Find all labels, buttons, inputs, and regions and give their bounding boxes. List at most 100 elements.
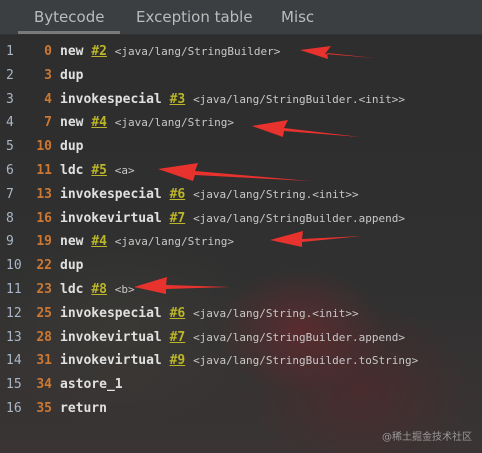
bytecode-row: 16 35 return	[0, 397, 482, 421]
constant-comment: <java/lang/StringBuilder>	[114, 45, 281, 58]
bytecode-row: 7 13 invokespecial #6 <java/lang/String.<i…	[0, 183, 482, 207]
bytecode-offset: 0	[44, 44, 52, 59]
bytecode-row: 14 31 invokevirtual #9 <java/lang/StringBu…	[0, 349, 482, 373]
bytecode-offset: 16	[36, 210, 52, 226]
bytecode-offset: 13	[36, 186, 52, 202]
opcode: invokespecial	[60, 305, 162, 321]
bytecode-row: 15 34 astore_1	[0, 373, 482, 397]
bytecode-row: 8 16 invokevirtual #7 <java/lang/StringBui…	[0, 207, 482, 231]
opcode: dup	[60, 258, 84, 274]
constant-comment: <java/lang/StringBuilder.append>	[193, 330, 405, 344]
bytecode-offset: 35	[36, 400, 52, 416]
instruction: new #2 <java/lang/StringBuilder>	[60, 40, 280, 64]
bytecode-row: 10 22 dup	[0, 254, 482, 278]
opcode: new	[60, 44, 84, 59]
line-number: 15	[6, 377, 22, 393]
instruction: dup	[60, 64, 83, 88]
constant-comment: <java/lang/StringBuilder.toString>	[193, 354, 419, 368]
instruction: new #4 <java/lang/String>	[60, 230, 234, 254]
constant-comment: <java/lang/String.<init>>	[193, 306, 359, 320]
opcode: new	[60, 234, 84, 250]
opcode: new	[60, 115, 84, 131]
constant-comment: <a>	[114, 163, 135, 177]
constant-comment: <java/lang/StringBuilder.<init>>	[193, 92, 405, 106]
bytecode-row: 2 3 dup	[0, 64, 482, 88]
line-number: 10	[6, 258, 22, 274]
opcode: invokespecial	[60, 91, 162, 107]
line-number: 5	[6, 139, 14, 155]
line-number: 13	[6, 329, 22, 345]
bytecode-offset: 22	[36, 258, 52, 274]
opcode: ldc	[60, 281, 84, 297]
constant-pool-ref-link[interactable]: #7	[170, 330, 186, 345]
constant-pool-ref-link[interactable]: #8	[91, 282, 107, 297]
opcode: dup	[60, 139, 84, 155]
bytecode-offset: 25	[36, 305, 52, 321]
line-number: 1	[6, 44, 14, 59]
opcode: dup	[60, 67, 84, 83]
line-number: 12	[6, 305, 22, 321]
bytecode-row: 6 11 ldc #5 <a>	[0, 159, 482, 183]
bytecode-offset: 28	[36, 329, 52, 345]
bytecode-offset: 34	[36, 377, 52, 393]
constant-pool-ref-link[interactable]: #7	[170, 211, 186, 226]
bytecode-offset: 31	[36, 353, 52, 369]
bytecode-offset: 11	[36, 162, 52, 178]
tab-bar: Bytecode Exception table Misc	[0, 0, 482, 35]
instruction: dup	[60, 254, 83, 278]
constant-pool-ref-link[interactable]: #4	[91, 234, 107, 249]
bytecode-offset: 7	[44, 115, 52, 131]
line-number: 4	[6, 115, 14, 131]
opcode: invokevirtual	[60, 353, 162, 369]
tab-misc[interactable]: Misc	[281, 8, 314, 26]
constant-pool-ref-link[interactable]: #5	[91, 163, 107, 178]
bytecode-offset: 4	[44, 91, 52, 107]
bytecode-row: 13 28 invokevirtual #7 <java/lang/StringBu…	[0, 326, 482, 350]
bytecode-row: 1 0 new #2 <java/lang/StringBuilder>	[0, 40, 482, 64]
instruction: new #4 <java/lang/String>	[60, 111, 234, 135]
constant-comment: <java/lang/String>	[114, 116, 235, 130]
constant-pool-ref-link[interactable]: #4	[91, 115, 107, 130]
bytecode-listing: 1 0 new #2 <java/lang/StringBuilder> 2 3 dup 3…	[0, 40, 482, 421]
constant-pool-ref-link[interactable]: #6	[170, 306, 186, 321]
line-number: 2	[6, 67, 14, 83]
constant-pool-ref-link[interactable]: #3	[170, 92, 186, 107]
line-number: 6	[6, 162, 14, 178]
instruction: invokevirtual #9 <java/lang/StringBuilde…	[60, 349, 418, 373]
constant-comment: <java/lang/StringBuilder.append>	[193, 211, 405, 225]
opcode: invokevirtual	[60, 329, 162, 345]
watermark: @稀土掘金技术社区	[382, 432, 472, 443]
opcode: astore_1	[60, 377, 123, 393]
active-tab-indicator	[18, 31, 120, 34]
line-number: 16	[6, 400, 22, 416]
constant-comment: <java/lang/String.<init>>	[193, 187, 359, 201]
constant-comment: <java/lang/String>	[114, 235, 235, 249]
constant-pool-ref-link[interactable]: #6	[170, 187, 186, 202]
line-number: 9	[6, 234, 14, 250]
instruction: ldc #5 <a>	[60, 159, 135, 183]
bytecode-row: 3 4 invokespecial #3 <java/lang/StringBuil…	[0, 88, 482, 112]
bytecode-offset: 23	[36, 281, 52, 297]
constant-pool-ref-link[interactable]: #2	[91, 44, 107, 59]
line-number: 14	[6, 353, 22, 369]
bytecode-row: 5 10 dup	[0, 135, 482, 159]
tab-bytecode[interactable]: Bytecode	[34, 8, 104, 26]
instruction: invokevirtual #7 <java/lang/StringBuilde…	[60, 326, 405, 350]
line-number: 11	[6, 281, 22, 297]
opcode: ldc	[60, 162, 84, 178]
line-number: 7	[6, 186, 14, 202]
instruction: astore_1	[60, 373, 123, 397]
line-number: 8	[6, 210, 14, 226]
constant-pool-ref-link[interactable]: #9	[170, 353, 186, 368]
instruction: return	[60, 397, 107, 421]
bytecode-row: 12 25 invokespecial #6 <java/lang/String.<…	[0, 302, 482, 326]
tab-exception-table[interactable]: Exception table	[136, 8, 253, 26]
opcode: invokespecial	[60, 186, 162, 202]
bytecode-row: 4 7 new #4 <java/lang/String>	[0, 111, 482, 135]
constant-comment: <b>	[114, 282, 135, 296]
opcode: return	[60, 400, 107, 416]
bytecode-offset: 10	[36, 139, 52, 155]
instruction: dup	[60, 135, 83, 159]
instruction: invokespecial #6 <java/lang/String.<init…	[60, 183, 359, 207]
bytecode-row: 9 19 new #4 <java/lang/String>	[0, 230, 482, 254]
